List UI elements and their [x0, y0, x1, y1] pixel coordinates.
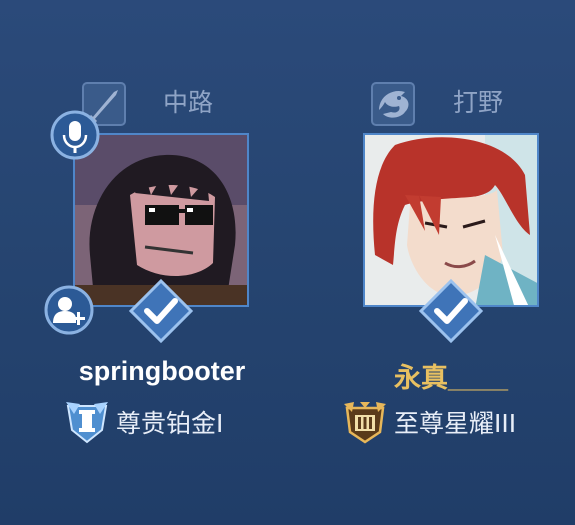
dragon-icon — [371, 82, 415, 126]
rank-text: 至尊星耀III — [394, 409, 517, 438]
ready-check-icon — [128, 278, 194, 344]
add-friend-icon[interactable] — [44, 285, 94, 335]
microphone-icon[interactable] — [50, 110, 100, 160]
starshine-badge-icon — [344, 402, 386, 444]
ready-check-icon — [418, 278, 484, 344]
player-name: 永真____ — [393, 363, 509, 393]
role-label-mid: 中路 — [163, 88, 214, 117]
player-name: springbooter — [78, 356, 246, 386]
platinum-badge-icon — [66, 402, 108, 444]
role-label-jungle: 打野 — [453, 88, 504, 117]
rank-row: 至尊星耀III — [342, 400, 516, 444]
rank-row: 尊贵铂金I — [64, 400, 223, 444]
rank-text: 尊贵铂金I — [116, 409, 224, 438]
